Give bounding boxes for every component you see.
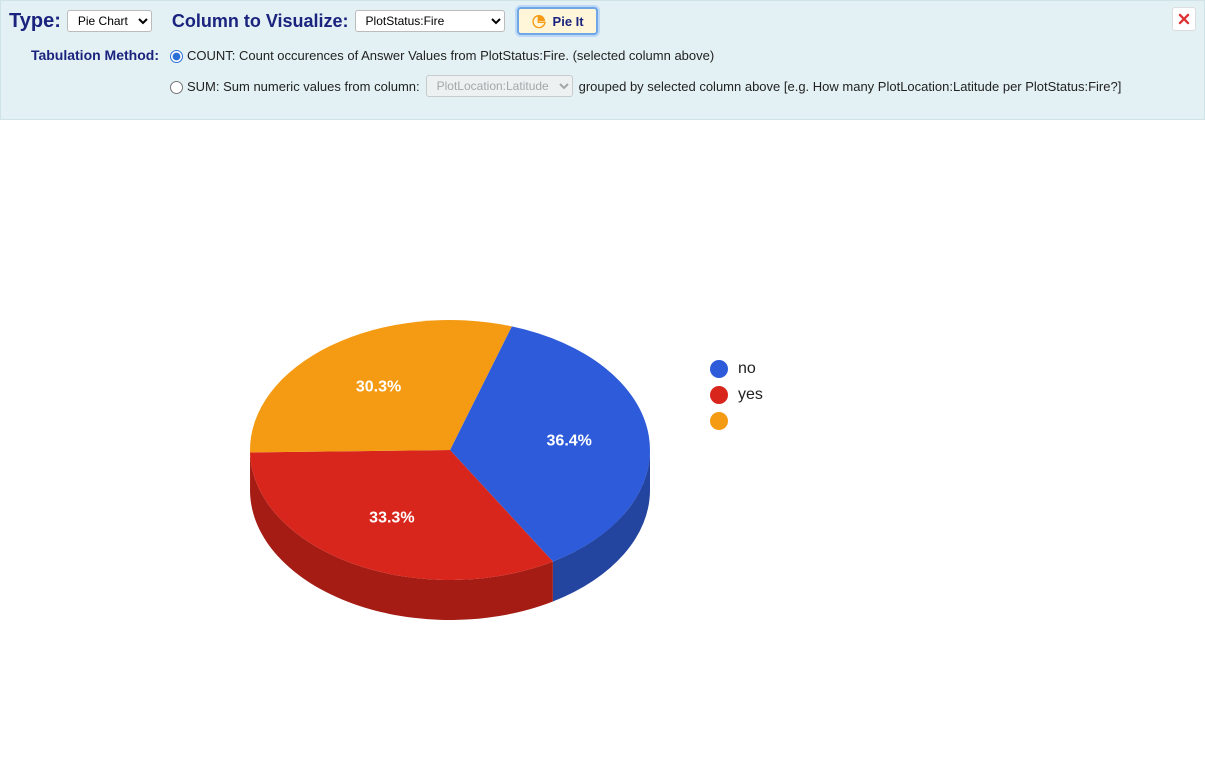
- legend-item[interactable]: no: [710, 360, 763, 378]
- type-select[interactable]: Pie Chart: [67, 10, 152, 32]
- sum-radio[interactable]: [170, 81, 183, 94]
- legend: no yes: [710, 360, 763, 438]
- pie-slice-label: 36.4%: [547, 432, 592, 449]
- legend-swatch: [710, 412, 728, 430]
- pie-it-label: Pie It: [553, 14, 584, 29]
- pie-slice-label: 33.3%: [369, 509, 414, 526]
- close-icon: [1177, 12, 1191, 26]
- sum-radio-label-post: grouped by selected column above [e.g. H…: [579, 79, 1122, 94]
- pie-it-button[interactable]: Pie It: [517, 7, 598, 35]
- legend-swatch: [710, 360, 728, 378]
- close-button[interactable]: [1172, 7, 1196, 31]
- pie-slice-label: 30.3%: [356, 379, 401, 396]
- chart-area: 36.4% 33.3% 30.3% no yes: [0, 120, 1205, 760]
- sum-column-select[interactable]: PlotLocation:Latitude: [426, 75, 573, 97]
- sum-radio-label-pre: SUM: Sum numeric values from column:: [187, 79, 420, 94]
- controls-panel: Type: Pie Chart Column to Visualize: Plo…: [0, 0, 1205, 120]
- column-label: Column to Visualize:: [172, 11, 349, 32]
- type-label: Type:: [9, 10, 61, 33]
- count-radio-label: COUNT: Count occurences of Answer Values…: [187, 48, 714, 63]
- legend-item[interactable]: yes: [710, 386, 763, 404]
- tab-method-label: Tabulation Method:: [9, 47, 165, 63]
- pie-chart: 36.4% 33.3% 30.3%: [220, 240, 680, 700]
- column-select[interactable]: PlotStatus:Fire: [355, 10, 505, 32]
- count-radio[interactable]: [170, 50, 183, 63]
- legend-item[interactable]: [710, 412, 763, 430]
- legend-label: yes: [738, 386, 763, 404]
- legend-label: no: [738, 360, 756, 378]
- pie-icon: [531, 13, 547, 29]
- legend-swatch: [710, 386, 728, 404]
